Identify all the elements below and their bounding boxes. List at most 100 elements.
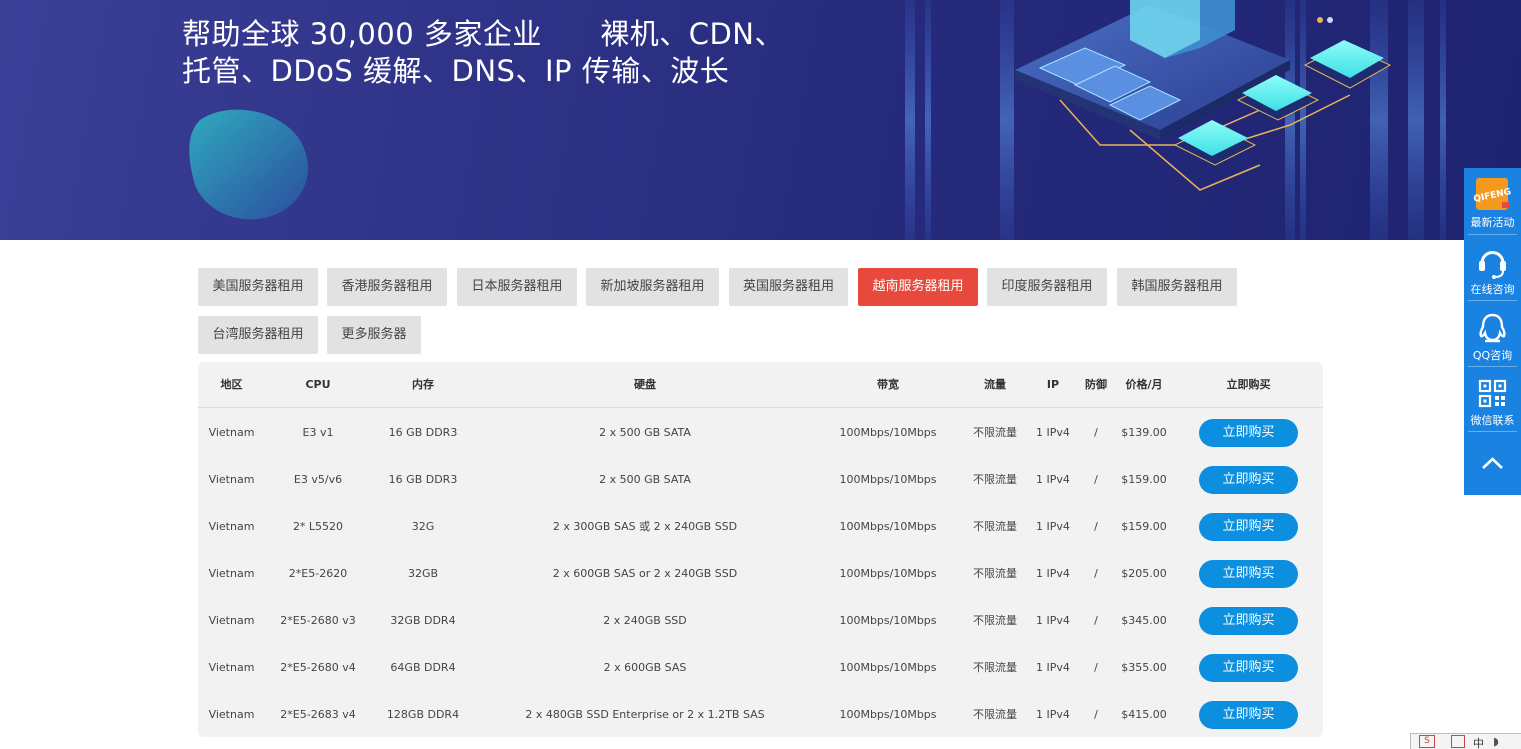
cell-price: $205.00: [1121, 567, 1167, 580]
cell-ip: 1 IPv4: [1036, 614, 1070, 627]
qq-icon: [1479, 313, 1506, 343]
cell-defense: /: [1094, 567, 1098, 580]
cell-cpu: E3 v1: [302, 426, 334, 439]
float-item-online-consult[interactable]: 在线咨询: [1464, 235, 1521, 300]
float-contact-bar: QIFENG 最新活动 在线咨询 QQ咨询 微信联系: [1464, 168, 1521, 495]
cell-cpu: 2* L5520: [292, 520, 344, 533]
ime-language-indicator[interactable]: 中: [1473, 735, 1484, 749]
cell-cpu: 2*E5-2683 v4: [280, 708, 356, 721]
page: 帮助全球 30,000 多家企业 裸机、CDN、 托管、DDoS 缓解、DNS、…: [0, 0, 1521, 749]
cell-memory: 16 GB DDR3: [388, 473, 458, 486]
cell-disk: 2 x 300GB SAS 或 2 x 240GB SSD: [552, 520, 738, 533]
float-label-online-consult: 在线咨询: [1470, 283, 1515, 296]
cell-price: $345.00: [1121, 614, 1167, 627]
cell-disk: 2 x 480GB SSD Enterprise or 2 x 1.2TB SA…: [525, 708, 765, 721]
buy-now-button[interactable]: 立即购买: [1199, 701, 1298, 729]
cell-region: Vietnam: [208, 614, 255, 627]
tab-in[interactable]: 印度服务器租用: [987, 268, 1107, 306]
cell-memory: 32G: [411, 520, 435, 533]
buy-now-button[interactable]: 立即购买: [1199, 419, 1298, 447]
cell-defense: /: [1094, 473, 1098, 486]
headset-icon: [1479, 251, 1506, 279]
banner-headline: 帮助全球 30,000 多家企业 裸机、CDN、 托管、DDoS 缓解、DNS、…: [182, 16, 784, 90]
tab-uk[interactable]: 英国服务器租用: [729, 268, 848, 306]
tab-us[interactable]: 美国服务器租用: [198, 268, 318, 306]
cell-region: Vietnam: [208, 426, 255, 439]
buy-now-button[interactable]: 立即购买: [1199, 513, 1298, 541]
table-row: Vietnam 2*E5-2683 v4 128GB DDR4 2 x 480GB S…: [198, 691, 1323, 737]
cell-memory: 16 GB DDR3: [388, 426, 458, 439]
tab-kr[interactable]: 韩国服务器租用: [1117, 268, 1237, 306]
header-bandwidth: 带宽: [877, 378, 899, 391]
table-row: Vietnam 2*E5-2680 v3 32GB DDR4 2 x 240GB SS…: [198, 597, 1323, 644]
cell-region: Vietnam: [208, 520, 255, 533]
cell-price: $355.00: [1121, 661, 1167, 674]
cell-ip: 1 IPv4: [1036, 661, 1070, 674]
cell-bandwidth: 100Mbps/10Mbps: [839, 473, 937, 486]
cell-traffic: 不限流量: [973, 426, 1017, 439]
ime-logo-icon: S: [1419, 735, 1435, 748]
cell-region: Vietnam: [208, 473, 255, 486]
header-ip: IP: [1046, 378, 1060, 391]
ime-toolbar: S 中 ◗: [1410, 733, 1521, 749]
table-row: Vietnam 2*E5-2680 v4 64GB DDR4 2 x 600GB SA…: [198, 644, 1323, 691]
float-label-latest-activity: 最新活动: [1470, 216, 1515, 229]
header-traffic: 流量: [984, 378, 1006, 391]
cell-memory: 128GB DDR4: [386, 708, 460, 721]
server-price-table: 地区 CPU 内存 硬盘 带宽 流量 IP 防御 价格/月 立即购买 Vietn…: [198, 362, 1323, 737]
tab-more[interactable]: 更多服务器: [327, 316, 421, 354]
ime-moon-icon[interactable]: ◗: [1493, 735, 1499, 748]
cell-bandwidth: 100Mbps/10Mbps: [839, 567, 937, 580]
cell-defense: /: [1094, 661, 1098, 674]
logo-icon: QIFENG: [1473, 178, 1512, 210]
cell-bandwidth: 100Mbps/10Mbps: [839, 614, 937, 627]
buy-now-button[interactable]: 立即购买: [1199, 466, 1298, 494]
cell-ip: 1 IPv4: [1036, 426, 1070, 439]
float-label-qq-consult: QQ咨询: [1472, 349, 1513, 362]
ime-mode-icon[interactable]: [1451, 735, 1465, 748]
cell-ip: 1 IPv4: [1036, 473, 1070, 486]
header-defense: 防御: [1085, 378, 1107, 391]
cell-traffic: 不限流量: [973, 520, 1017, 533]
cell-defense: /: [1094, 614, 1098, 627]
float-item-latest-activity[interactable]: QIFENG 最新活动: [1464, 168, 1521, 234]
cell-bandwidth: 100Mbps/10Mbps: [839, 426, 937, 439]
header-buy: 立即购买: [1226, 378, 1271, 391]
cell-traffic: 不限流量: [973, 708, 1017, 721]
table-row: Vietnam E3 v1 16 GB DDR3 2 x 500 GB SATA 100…: [198, 409, 1323, 456]
header-cpu: CPU: [305, 378, 331, 391]
header-region: 地区: [220, 378, 243, 391]
cell-traffic: 不限流量: [973, 614, 1017, 627]
buy-now-button[interactable]: 立即购买: [1199, 654, 1298, 682]
chevron-up-icon: [1482, 457, 1503, 469]
cell-traffic: 不限流量: [973, 473, 1017, 486]
cell-region: Vietnam: [208, 567, 255, 580]
cell-disk: 2 x 600GB SAS or 2 x 240GB SSD: [552, 567, 738, 580]
tab-sg[interactable]: 新加坡服务器租用: [586, 268, 719, 306]
tab-hk[interactable]: 香港服务器租用: [327, 268, 447, 306]
table-header: 地区 CPU 内存 硬盘 带宽 流量 IP 防御 价格/月 立即购买: [198, 362, 1323, 408]
cell-traffic: 不限流量: [973, 661, 1017, 674]
table-row: Vietnam E3 v5/v6 16 GB DDR3 2 x 500 GB SATA…: [198, 456, 1323, 503]
header-memory: 内存: [412, 378, 434, 391]
cell-disk: 2 x 600GB SAS: [603, 661, 687, 674]
tab-vn[interactable]: 越南服务器租用: [858, 268, 978, 306]
header-price: 价格/月: [1125, 378, 1163, 391]
buy-now-button[interactable]: 立即购买: [1199, 560, 1298, 588]
cell-bandwidth: 100Mbps/10Mbps: [839, 661, 937, 674]
cell-traffic: 不限流量: [973, 567, 1017, 580]
cell-cpu: 2*E5-2680 v3: [280, 614, 356, 627]
tab-jp[interactable]: 日本服务器租用: [457, 268, 577, 306]
cell-cpu: E3 v5/v6: [293, 473, 343, 486]
header-disk: 硬盘: [634, 378, 656, 391]
cell-disk: 2 x 500 GB SATA: [599, 473, 691, 486]
float-item-wechat[interactable]: 微信联系: [1464, 367, 1521, 431]
back-to-top-button[interactable]: [1464, 432, 1521, 495]
cell-cpu: 2*E5-2680 v4: [280, 661, 356, 674]
hero-banner: 帮助全球 30,000 多家企业 裸机、CDN、 托管、DDoS 缓解、DNS、…: [0, 0, 1521, 240]
tab-tw[interactable]: 台湾服务器租用: [198, 316, 318, 354]
float-item-qq-consult[interactable]: QQ咨询: [1464, 301, 1521, 366]
cell-region: Vietnam: [208, 708, 255, 721]
cell-disk: 2 x 240GB SSD: [603, 614, 687, 627]
buy-now-button[interactable]: 立即购买: [1199, 607, 1298, 635]
